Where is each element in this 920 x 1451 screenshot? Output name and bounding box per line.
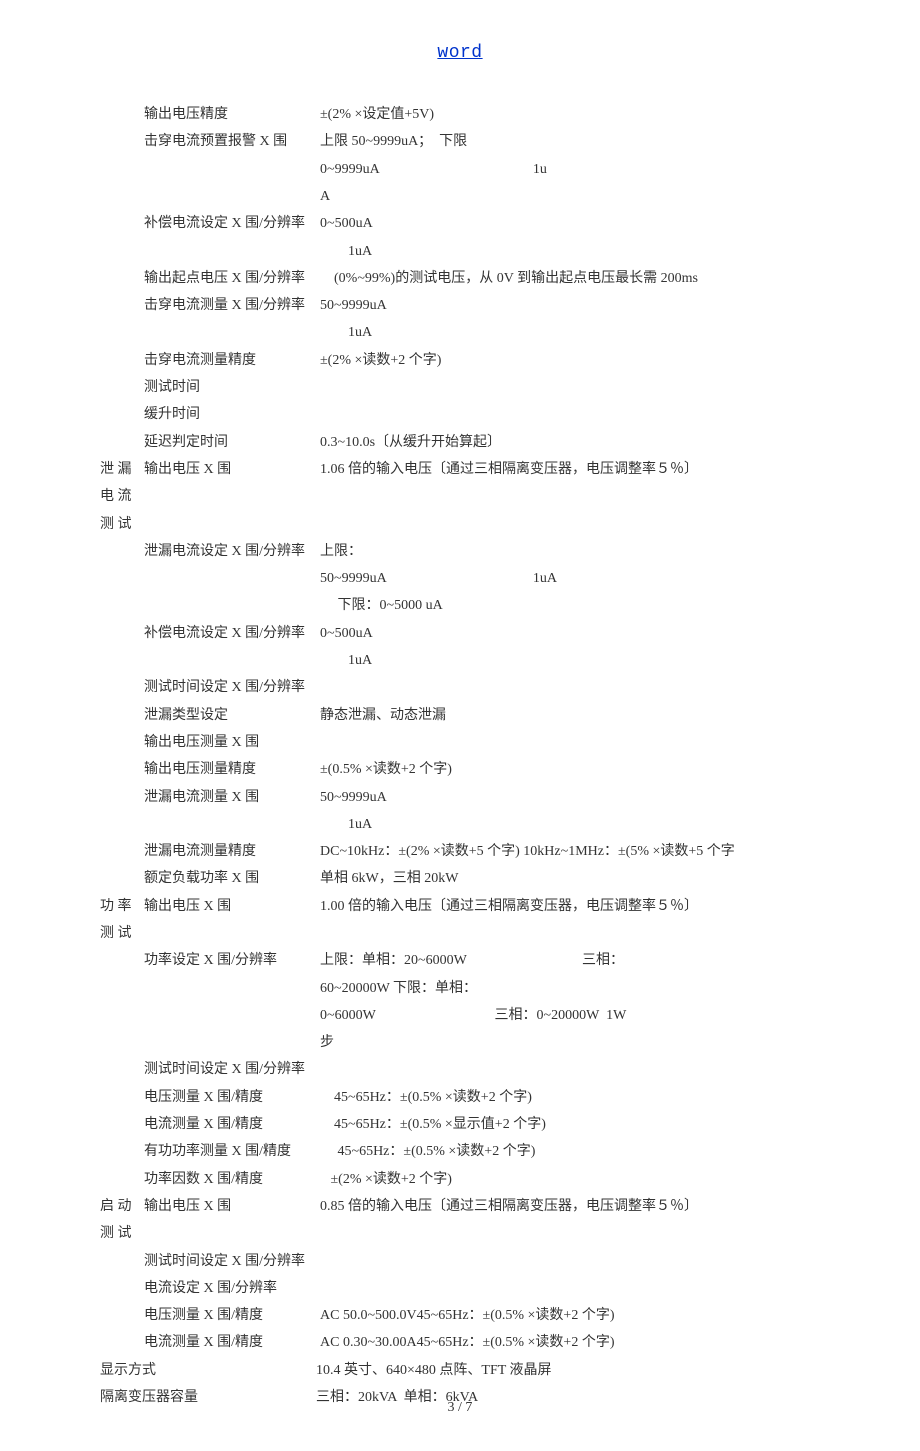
param-value: 静态泄漏、动态泄漏 — [320, 702, 880, 729]
param-value: 50~9999uA 1uA — [320, 784, 880, 839]
param-value: 45~65Hz：±(0.5% ×显示值+2 个字) — [320, 1111, 880, 1138]
table-row: 输出电压测量 X 围 — [140, 729, 880, 756]
table-row: 电流测量 X 围/精度AC 0.30~30.00A45~65Hz：±(0.5% … — [140, 1329, 880, 1356]
param-label: 电压测量 X 围/精度 — [144, 1302, 320, 1329]
param-value: 0~500uA 1uA — [320, 620, 880, 675]
param-value: 10.4 英寸、640×480 点阵、TFT 液晶屏 — [316, 1357, 880, 1384]
param-label: 泄漏电流设定 X 围/分辨率 — [144, 538, 320, 565]
table-row: 泄漏类型设定静态泄漏、动态泄漏 — [140, 702, 880, 729]
page-footer: 3 / 7 — [0, 1394, 920, 1421]
param-label: 延迟判定时间 — [144, 429, 320, 456]
param-label: 显示方式 — [100, 1357, 316, 1384]
param-label: 有功功率测量 X 围/精度 — [144, 1138, 320, 1165]
table-row: 补偿电流设定 X 围/分辨率0~500uA 1uA — [140, 620, 880, 675]
table-row: 启 动 测 试输出电压 X 围0.85 倍的输入电压〔通过三相隔离变压器，电压调… — [140, 1193, 880, 1248]
param-label: 电流测量 X 围/精度 — [144, 1111, 320, 1138]
param-label: 输出电压 X 围 — [144, 456, 320, 483]
table-row: 击穿电流测量精度±(2% ×读数+2 个字) — [140, 347, 880, 374]
table-row: 测试时间 — [140, 374, 880, 401]
param-label: 击穿电流预置报警 X 围 — [144, 128, 320, 155]
table-row: 击穿电流测量 X 围/分辨率50~9999uA 1uA — [140, 292, 880, 347]
param-value: DC~10kHz：±(2% ×读数+5 个字) 10kHz~1MHz：±(5% … — [320, 838, 880, 865]
page-header: word — [40, 36, 880, 71]
param-label: 泄漏电流测量精度 — [144, 838, 320, 865]
table-row: 泄 漏 电 流 测 试输出电压 X 围1.06 倍的输入电压〔通过三相隔离变压器… — [140, 456, 880, 538]
table-row: 电流设定 X 围/分辨率 — [140, 1275, 880, 1302]
param-value: 0.85 倍的输入电压〔通过三相隔离变压器，电压调整率５％〕 — [320, 1193, 880, 1220]
param-label: 输出电压测量 X 围 — [144, 729, 320, 756]
page-number: 3 / 7 — [448, 1400, 473, 1415]
param-value: ±(2% ×读数+2 个字) — [320, 347, 880, 374]
param-label: 测试时间设定 X 围/分辨率 — [144, 1056, 320, 1083]
param-label: 击穿电流测量 X 围/分辨率 — [144, 292, 320, 319]
param-value: (0%~99%)的测试电压，从 0V 到输出起点电压最长需 200ms — [320, 265, 880, 292]
category-cell: 功 率 测 试 — [100, 893, 144, 948]
table-row: 功率因数 X 围/精度 ±(2% ×读数+2 个字) — [140, 1166, 880, 1193]
table-row: 输出起点电压 X 围/分辨率 (0%~99%)的测试电压，从 0V 到输出起点电… — [140, 265, 880, 292]
param-label: 输出起点电压 X 围/分辨率 — [144, 265, 320, 292]
table-row: 输出电压测量精度±(0.5% ×读数+2 个字) — [140, 756, 880, 783]
table-row: 功率设定 X 围/分辨率上限：单相：20~6000W 三相： 60~20000W… — [140, 947, 880, 1056]
param-value: 上限： 50~9999uA 1uA 下限：0~5000 uA — [320, 538, 880, 620]
param-value: 45~65Hz：±(0.5% ×读数+2 个字) — [320, 1138, 880, 1165]
param-label: 缓升时间 — [144, 401, 320, 428]
table-row: 击穿电流预置报警 X 围上限 50~9999uA； 下限 0~9999uA 1u… — [140, 128, 880, 210]
param-label: 补偿电流设定 X 围/分辨率 — [144, 210, 320, 237]
table-row: 功 率 测 试输出电压 X 围1.00 倍的输入电压〔通过三相隔离变压器，电压调… — [140, 893, 880, 948]
param-value: ±(0.5% ×读数+2 个字) — [320, 756, 880, 783]
param-label: 功率因数 X 围/精度 — [144, 1166, 320, 1193]
param-value: AC 50.0~500.0V45~65Hz：±(0.5% ×读数+2 个字) — [320, 1302, 880, 1329]
word-link[interactable]: word — [437, 43, 482, 63]
param-label: 额定负载功率 X 围 — [144, 865, 320, 892]
spec-table: 输出电压精度±(2% ×设定值+5V)击穿电流预置报警 X 围上限 50~999… — [40, 101, 880, 1411]
param-label: 电流测量 X 围/精度 — [144, 1329, 320, 1356]
param-label: 泄漏电流测量 X 围 — [144, 784, 320, 811]
table-row: 电压测量 X 围/精度 45~65Hz：±(0.5% ×读数+2 个字) — [140, 1084, 880, 1111]
param-label: 测试时间 — [144, 374, 320, 401]
param-value: ±(2% ×设定值+5V) — [320, 101, 880, 128]
param-label: 输出电压 X 围 — [144, 1193, 320, 1220]
param-label: 输出电压测量精度 — [144, 756, 320, 783]
param-value: 上限 50~9999uA； 下限 0~9999uA 1u A — [320, 128, 880, 210]
param-label: 补偿电流设定 X 围/分辨率 — [144, 620, 320, 647]
param-value: 0.3~10.0s〔从缓升开始算起〕 — [320, 429, 880, 456]
param-value: ±(2% ×读数+2 个字) — [320, 1166, 880, 1193]
param-value: AC 0.30~30.00A45~65Hz：±(0.5% ×读数+2 个字) — [320, 1329, 880, 1356]
table-row: 延迟判定时间0.3~10.0s〔从缓升开始算起〕 — [140, 429, 880, 456]
table-row: 有功功率测量 X 围/精度 45~65Hz：±(0.5% ×读数+2 个字) — [140, 1138, 880, 1165]
category-cell: 启 动 测 试 — [100, 1193, 144, 1248]
table-row: 补偿电流设定 X 围/分辨率0~500uA 1uA — [140, 210, 880, 265]
table-row: 测试时间设定 X 围/分辨率 — [140, 674, 880, 701]
param-value: 单相 6kW，三相 20kW — [320, 865, 880, 892]
param-label: 电压测量 X 围/精度 — [144, 1084, 320, 1111]
param-label: 功率设定 X 围/分辨率 — [144, 947, 320, 974]
table-row: 电压测量 X 围/精度AC 50.0~500.0V45~65Hz：±(0.5% … — [140, 1302, 880, 1329]
param-value: 50~9999uA 1uA — [320, 292, 880, 347]
category-cell: 泄 漏 电 流 测 试 — [100, 456, 144, 538]
param-value: 1.00 倍的输入电压〔通过三相隔离变压器，电压调整率５％〕 — [320, 893, 880, 920]
param-value: 1.06 倍的输入电压〔通过三相隔离变压器，电压调整率５％〕 — [320, 456, 880, 483]
param-value: 上限：单相：20~6000W 三相： 60~20000W 下限：单相： 0~60… — [320, 947, 880, 1056]
table-row: 输出电压精度±(2% ×设定值+5V) — [140, 101, 880, 128]
table-row: 缓升时间 — [140, 401, 880, 428]
table-row: 测试时间设定 X 围/分辨率 — [140, 1056, 880, 1083]
param-label: 击穿电流测量精度 — [144, 347, 320, 374]
param-label: 泄漏类型设定 — [144, 702, 320, 729]
param-label: 电流设定 X 围/分辨率 — [144, 1275, 320, 1302]
table-row: 电流测量 X 围/精度 45~65Hz：±(0.5% ×显示值+2 个字) — [140, 1111, 880, 1138]
param-label: 输出电压 X 围 — [144, 893, 320, 920]
param-label: 测试时间设定 X 围/分辨率 — [144, 1248, 320, 1275]
table-row: 泄漏电流测量精度DC~10kHz：±(2% ×读数+5 个字) 10kHz~1M… — [140, 838, 880, 865]
param-value: 0~500uA 1uA — [320, 210, 880, 265]
table-row: 泄漏电流设定 X 围/分辨率上限： 50~9999uA 1uA 下限：0~500… — [140, 538, 880, 620]
param-label: 输出电压精度 — [144, 101, 320, 128]
table-row: 额定负载功率 X 围单相 6kW，三相 20kW — [140, 865, 880, 892]
param-value: 45~65Hz：±(0.5% ×读数+2 个字) — [320, 1084, 880, 1111]
table-row: 显示方式10.4 英寸、640×480 点阵、TFT 液晶屏 — [140, 1357, 880, 1384]
table-row: 测试时间设定 X 围/分辨率 — [140, 1248, 880, 1275]
param-label: 测试时间设定 X 围/分辨率 — [144, 674, 320, 701]
table-row: 泄漏电流测量 X 围50~9999uA 1uA — [140, 784, 880, 839]
